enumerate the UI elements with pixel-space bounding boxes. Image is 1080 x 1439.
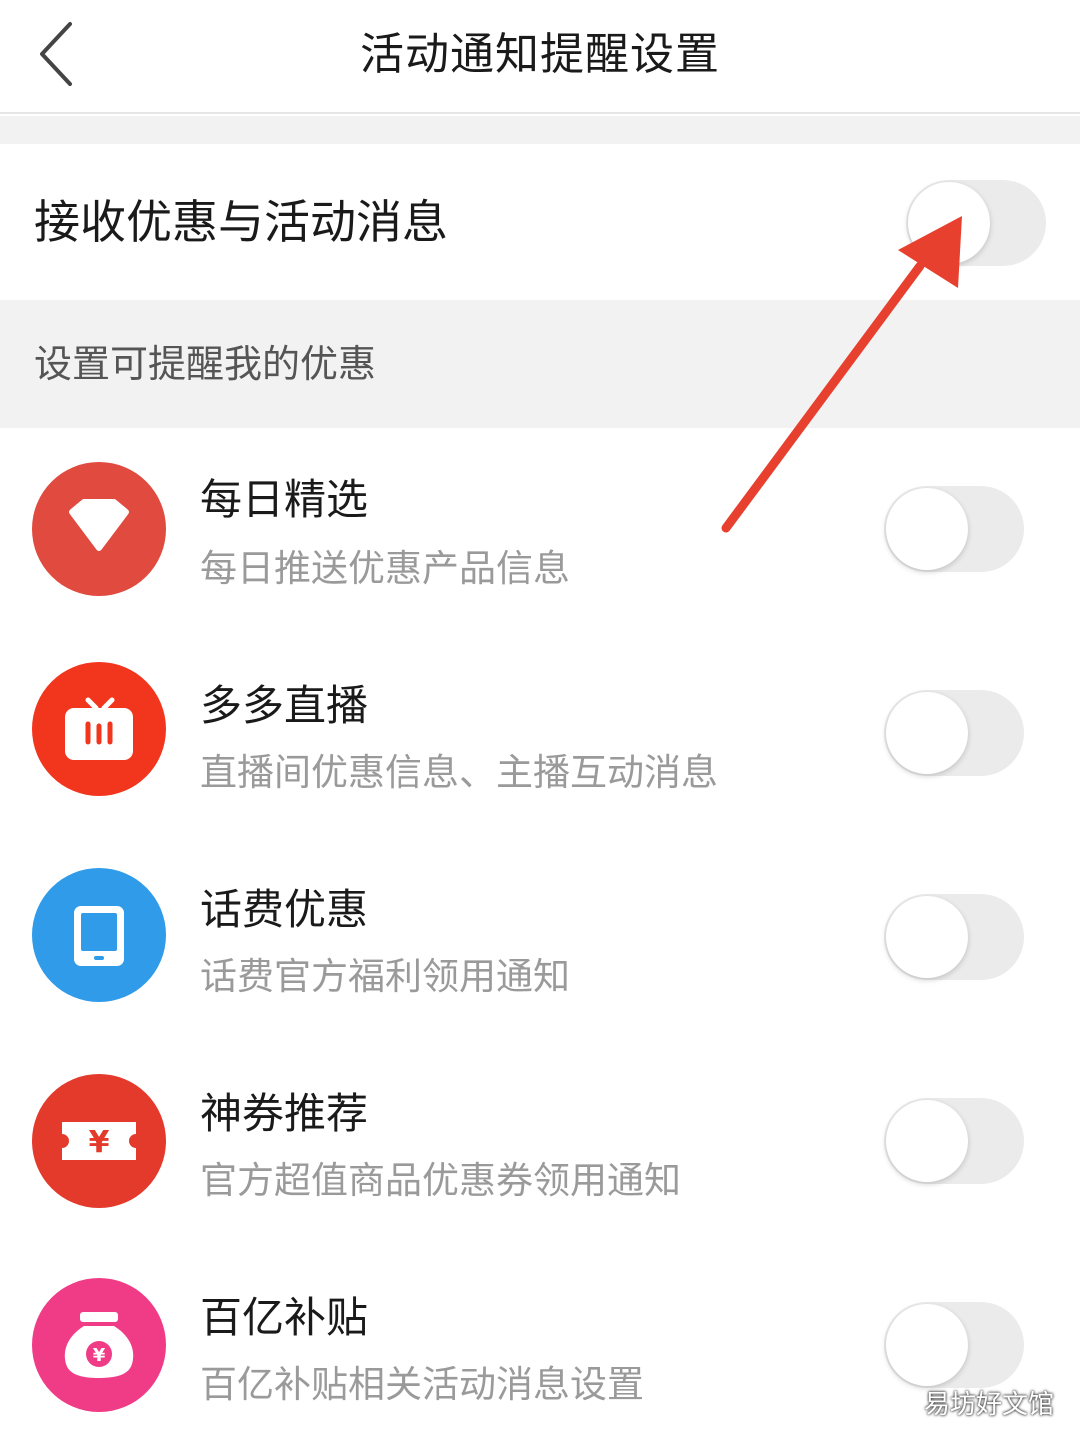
item-subtitle: 百亿补贴相关活动消息设置 <box>200 1363 644 1406</box>
tv-icon <box>32 662 166 796</box>
list-item-coupons: ¥ 神券推荐 官方超值商品优惠券领用通知 <box>0 1040 1080 1244</box>
divider-gap <box>0 116 1080 144</box>
list-item-subsidy: ¥ 百亿补贴 百亿补贴相关活动消息设置 <box>0 1244 1080 1439</box>
toggle-subsidy[interactable] <box>884 1302 1024 1388</box>
page-title: 活动通知提醒设置 <box>360 29 720 80</box>
item-title: 每日精选 <box>200 475 369 524</box>
toggle-knob <box>886 488 968 570</box>
item-subtitle: 官方超值商品优惠券领用通知 <box>200 1159 681 1202</box>
money-glyph: ¥ <box>93 1345 106 1366</box>
toggle-daily-picks[interactable] <box>884 486 1024 572</box>
item-subtitle: 每日推送优惠产品信息 <box>200 547 570 590</box>
toggle-knob <box>886 692 968 774</box>
master-toggle[interactable] <box>906 180 1046 266</box>
toggle-coupons[interactable] <box>884 1098 1024 1184</box>
money-bag-icon: ¥ <box>32 1278 166 1412</box>
list-item-live-stream: 多多直播 直播间优惠信息、主播互动消息 <box>0 632 1080 836</box>
item-title: 神券推荐 <box>200 1089 369 1138</box>
master-switch-label: 接收优惠与活动消息 <box>34 195 448 249</box>
list-item-daily-picks: 每日精选 每日推送优惠产品信息 <box>0 428 1080 632</box>
diamond-icon <box>32 462 166 596</box>
item-subtitle: 话费官方福利领用通知 <box>200 955 570 998</box>
toggle-knob <box>886 1304 968 1386</box>
section-header: 设置可提醒我的优惠 <box>0 300 1080 428</box>
watermark: 易坊好文馆 <box>923 1390 1054 1420</box>
master-switch-row: 接收优惠与活动消息 <box>0 144 1080 300</box>
coupon-glyph: ¥ <box>89 1125 110 1160</box>
list-item-phone-credit: 话费优惠 话费官方福利领用通知 <box>0 836 1080 1040</box>
toggle-knob <box>908 182 990 264</box>
item-title: 百亿补贴 <box>200 1293 369 1342</box>
item-title: 多多直播 <box>200 681 369 730</box>
item-title: 话费优惠 <box>200 885 369 934</box>
phone-icon <box>32 868 166 1002</box>
toggle-phone-credit[interactable] <box>884 894 1024 980</box>
section-label: 设置可提醒我的优惠 <box>34 342 377 386</box>
toggle-knob <box>886 1100 968 1182</box>
item-subtitle: 直播间优惠信息、主播互动消息 <box>200 751 718 794</box>
top-bar: 活动通知提醒设置 <box>0 0 1080 114</box>
toggle-knob <box>886 896 968 978</box>
coupon-icon: ¥ <box>32 1074 166 1208</box>
settings-page: 活动通知提醒设置 接收优惠与活动消息 设置可提醒我的优惠 每日精选 每日推送优惠… <box>0 0 1080 1439</box>
toggle-live-stream[interactable] <box>884 690 1024 776</box>
